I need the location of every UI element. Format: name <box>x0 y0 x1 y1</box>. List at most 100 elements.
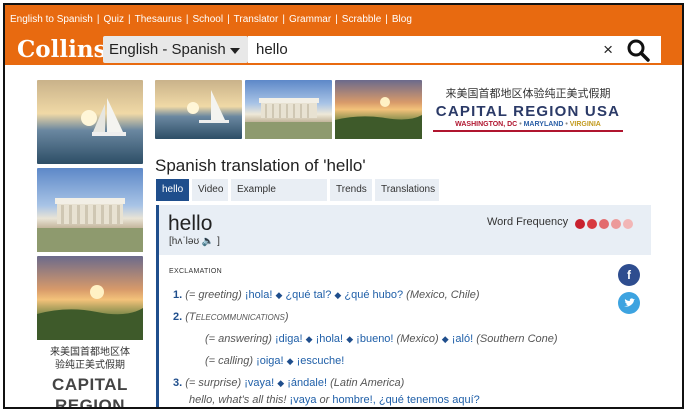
separator-diamond-icon: ◆ <box>277 378 285 388</box>
memorial-photo <box>37 168 143 252</box>
speaker-icon[interactable]: 🔈 <box>202 236 214 247</box>
region-label: (Mexico, Chile) <box>406 289 480 301</box>
banner-ad-washington: WASHINGTON, DC <box>455 121 518 128</box>
language-select-value: English - Spanish <box>109 41 226 58</box>
banner-overlook-photo[interactable] <box>335 80 422 139</box>
collins-logo[interactable]: Collins <box>17 36 107 63</box>
banner-ad-divider <box>433 130 623 132</box>
banner-ad-virginia: VIRGINIA <box>569 121 601 128</box>
nav-translator[interactable]: Translator <box>234 14 279 25</box>
banner-ad-zh: 来美国首都地区体验纯正美式假期 <box>445 88 611 100</box>
translation-link[interactable]: ¡ándale! <box>287 377 327 389</box>
sense-1: 1. (= greeting) ¡hola! ◆ ¿qué tal? ◆ ¿qu… <box>173 289 480 301</box>
banner-ad-subtitle: WASHINGTON, DC • MARYLAND • VIRGINIA <box>455 121 601 128</box>
region-label: (Latin America) <box>330 377 405 389</box>
sailboat-photo <box>37 80 143 164</box>
sidebar-ad-text: 来美国首都地区体 验纯正美式假期 CAPITAL REGION <box>37 346 143 409</box>
overlook-photo <box>37 256 143 340</box>
separator-diamond-icon: ◆ <box>334 290 342 300</box>
nav-blog[interactable]: Blog <box>392 14 412 25</box>
facebook-share-icon[interactable]: f <box>618 264 640 286</box>
nav-scrabble[interactable]: Scrabble <box>342 14 381 25</box>
twitter-share-icon[interactable] <box>618 292 640 314</box>
search-icon[interactable] <box>626 38 650 66</box>
tab-video[interactable]: Video <box>192 179 228 201</box>
translation-link[interactable]: ¿qué hubo? <box>344 289 403 301</box>
or-label: or <box>319 394 330 406</box>
nav-grammar[interactable]: Grammar <box>289 14 331 25</box>
sense-3: 3. (= surprise) ¡vaya! ◆ ¡ándale! (Latin… <box>173 377 404 389</box>
translation-link[interactable]: ¡bueno! <box>356 333 393 345</box>
site-header: English to Spanish | Quiz | Thesaurus | School… <box>5 5 682 65</box>
translation-link[interactable]: ¡hola! <box>316 333 344 345</box>
top-nav: English to Spanish | Quiz | Thesaurus | School… <box>10 14 412 25</box>
frequency-dot <box>587 219 597 229</box>
sense-context: (= surprise) <box>185 377 242 389</box>
translation-link[interactable]: ¡oiga! <box>256 355 284 367</box>
separator-diamond-icon: ◆ <box>346 334 354 344</box>
nav-quiz[interactable]: Quiz <box>103 14 124 25</box>
nav-thesaurus[interactable]: Thesaurus <box>135 14 182 25</box>
chevron-down-icon <box>230 48 240 54</box>
translation-link[interactable]: hombre!, <box>332 394 375 406</box>
nav-english-to-spanish[interactable]: English to Spanish <box>10 14 93 25</box>
frequency-dot <box>623 219 633 229</box>
word-frequency-indicator <box>575 216 635 234</box>
translation-link[interactable]: ¿qué tal? <box>285 289 331 301</box>
dictionary-entry: hello [hʌˈləʊ 🔈 ] Word Frequency EXCLAMA… <box>156 205 651 407</box>
translation-link[interactable]: ¡diga! <box>275 333 303 345</box>
banner-ad-title: CAPITAL REGION USA <box>435 103 621 120</box>
pronunciation: [hʌˈləʊ 🔈 ] <box>169 236 220 247</box>
tab-translations[interactable]: Translations <box>375 179 439 201</box>
sidebar-ad-zh-2: 验纯正美式假期 <box>55 360 125 371</box>
sidebar-ad-capital: CAPITAL <box>52 375 128 394</box>
banner-sailboat-photo[interactable] <box>155 80 242 139</box>
separator-diamond-icon: ◆ <box>441 334 449 344</box>
sense-context: (Telecommunications) <box>185 311 289 323</box>
separator-diamond-icon: ◆ <box>305 334 313 344</box>
sense-number: 2. <box>173 311 183 323</box>
headword: hello <box>168 212 213 235</box>
language-select[interactable]: English - Spanish <box>103 36 248 63</box>
region-label: (Southern Cone) <box>476 333 558 345</box>
sense-context: (= answering) <box>205 333 272 345</box>
tab-hello[interactable]: hello <box>156 179 189 201</box>
search-value: hello <box>256 41 288 58</box>
sense-context: (= greeting) <box>185 289 242 301</box>
sense-3-example: hello, what's all this! ¡vaya or hombre!… <box>189 394 480 406</box>
pronunciation-end: ] <box>217 236 220 247</box>
sidebar-ad-region: REGION <box>54 396 126 409</box>
translation-link[interactable]: ¡hola! <box>245 289 273 301</box>
browser-frame: English to Spanish | Quiz | Thesaurus | School… <box>3 3 684 409</box>
translation-link[interactable]: ¡aló! <box>452 333 473 345</box>
sense-number: 3. <box>173 377 183 389</box>
region-label: (Mexico) <box>396 333 439 345</box>
translation-link[interactable]: ¡escuche! <box>297 355 345 367</box>
frequency-dot <box>575 219 585 229</box>
tab-trends[interactable]: Trends <box>330 179 372 201</box>
banner-memorial-photo[interactable] <box>245 80 332 139</box>
translation-link[interactable]: ¿qué tenemos aquí? <box>379 394 480 406</box>
separator-diamond-icon: ◆ <box>275 290 283 300</box>
search-input[interactable]: hello × <box>248 36 661 63</box>
page-title: Spanish translation of 'hello' <box>155 156 366 175</box>
example-sentence: hello, what's all this! <box>189 394 287 406</box>
translation-link[interactable]: ¡vaya <box>290 394 317 406</box>
frequency-dot <box>611 219 621 229</box>
pronunciation-text: [hʌˈləʊ <box>169 236 200 247</box>
sidebar-ad-zh-1: 来美国首都地区体 <box>50 347 130 358</box>
close-icon[interactable]: × <box>603 40 613 60</box>
nav-school[interactable]: School <box>192 14 223 25</box>
part-of-speech: EXCLAMATION <box>169 268 222 275</box>
translation-link[interactable]: ¡vaya! <box>244 377 274 389</box>
sense-context: (= calling) <box>205 355 253 367</box>
separator-diamond-icon: ◆ <box>286 356 294 366</box>
banner-ad-text[interactable]: 来美国首都地区体验纯正美式假期 CAPITAL REGION USA WASHI… <box>433 85 623 132</box>
tab-example-sentences[interactable]: Example sentences <box>231 179 327 217</box>
sense-2: 2. (Telecommunications) <box>173 311 289 323</box>
sense-2b: (= calling) ¡oiga! ◆ ¡escuche! <box>205 355 344 367</box>
sense-number: 1. <box>173 289 183 301</box>
frequency-dot <box>599 219 609 229</box>
banner-ad-maryland: MARYLAND <box>523 121 564 128</box>
word-frequency-label: Word Frequency <box>487 216 569 228</box>
